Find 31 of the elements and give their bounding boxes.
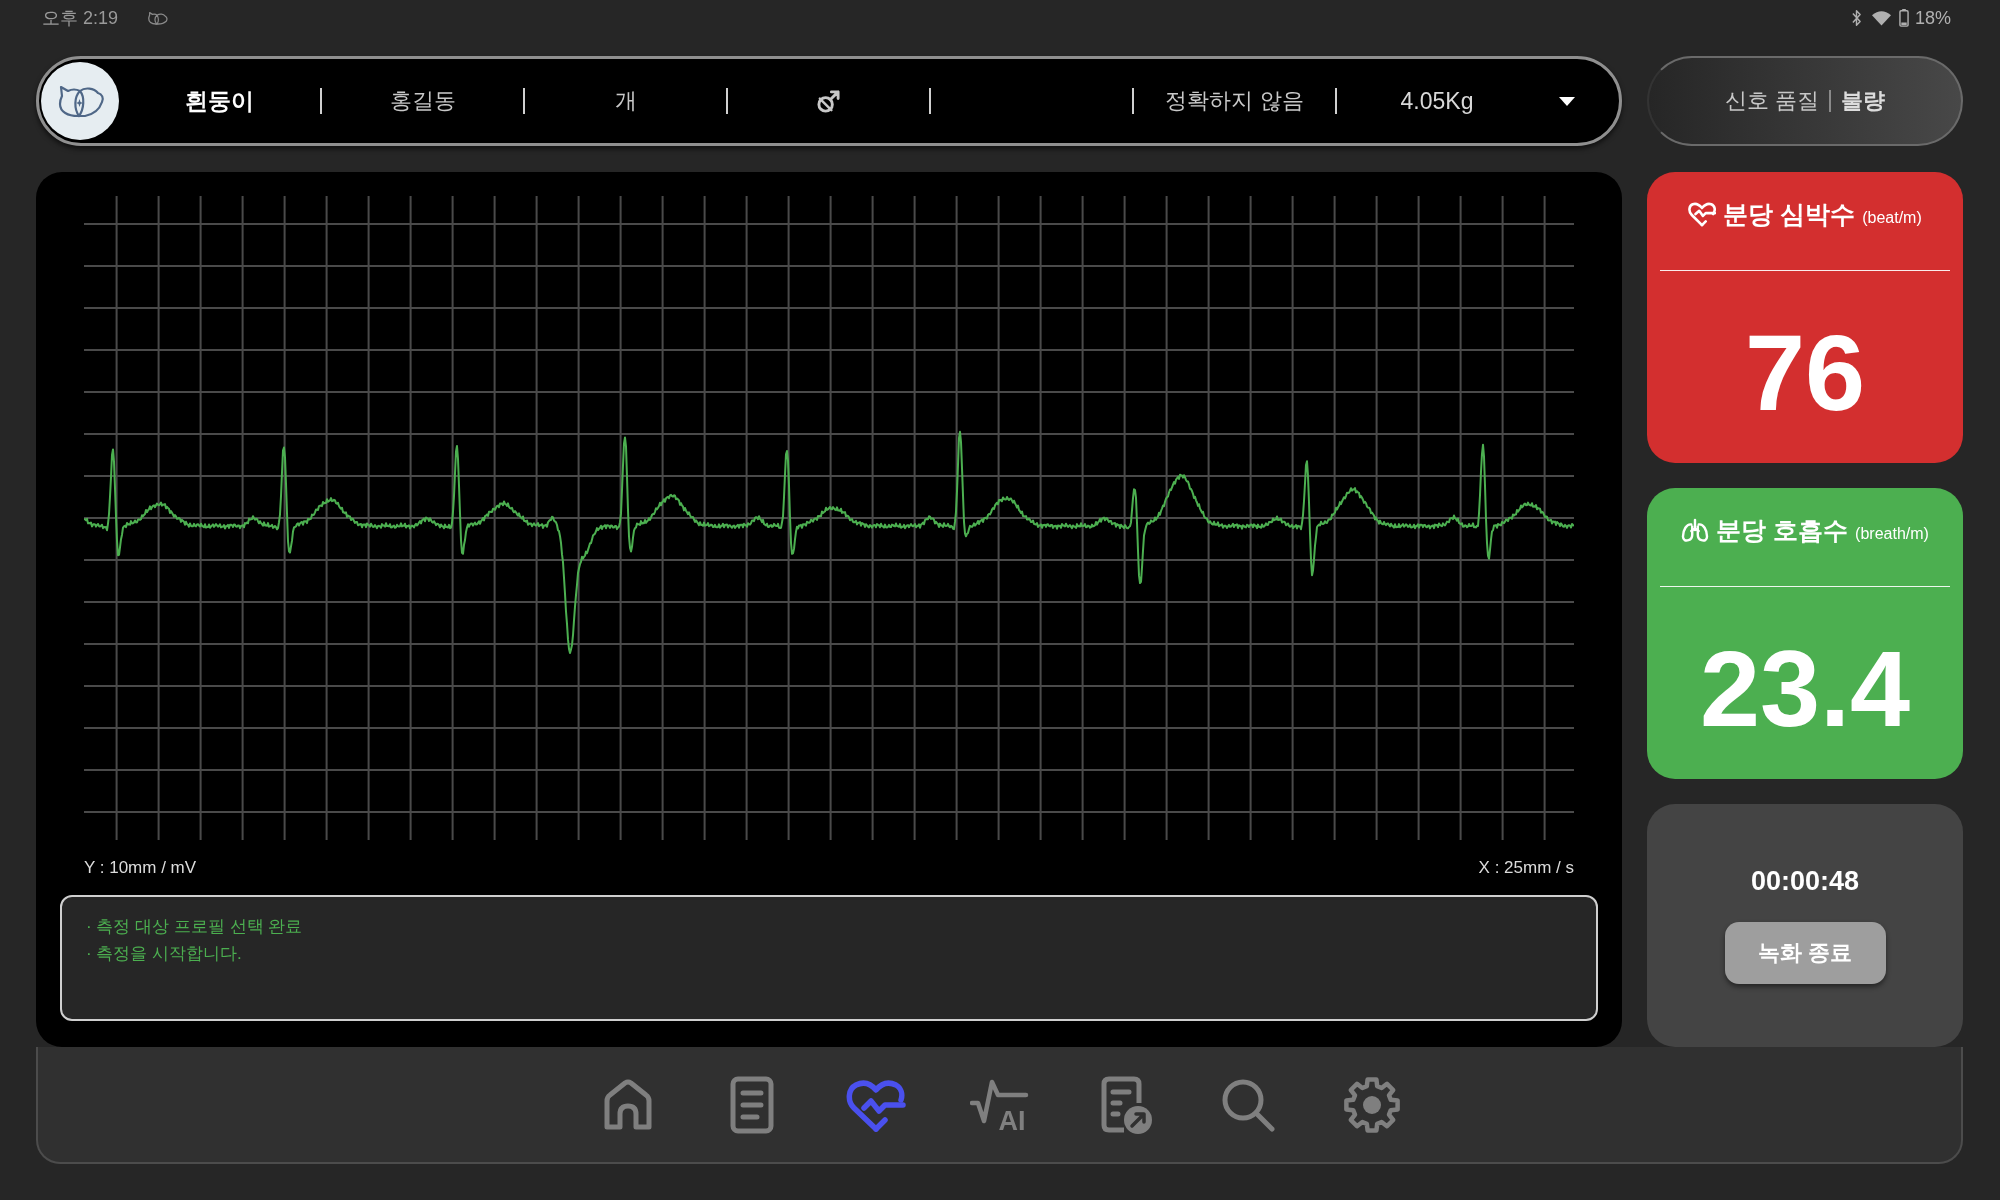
- patient-name: 흰둥이: [185, 86, 254, 116]
- wifi-icon: [1871, 10, 1891, 26]
- y-scale-label: Y : 10mm / mV: [84, 857, 197, 878]
- x-scale-label: X : 25mm / s: [1478, 857, 1574, 878]
- vital-title: 분당 호흡수: [1716, 514, 1849, 546]
- log-message: · 측정을 시작합니다.: [86, 943, 243, 965]
- male-symbol-icon: [816, 88, 841, 114]
- vital-title: 분당 심박수: [1723, 198, 1856, 230]
- heart-pulse-icon: [1688, 201, 1717, 227]
- lungs-icon: [1681, 517, 1710, 543]
- patient-info: 홍길동: [389, 87, 456, 115]
- status-time: 오후 2:19: [42, 7, 119, 30]
- signal-quality-label: 신호 품질: [1724, 87, 1820, 115]
- weight-dropdown[interactable]: 4.05Kg: [1337, 87, 1575, 115]
- avatar-icon: [41, 62, 119, 140]
- elapsed-time: 00:00:48: [1750, 865, 1860, 898]
- vital-value: 23.4: [1699, 635, 1911, 743]
- caret-icon: [1559, 96, 1575, 106]
- vital-unit: (beat/m): [1862, 209, 1922, 227]
- settings-icon[interactable]: [1341, 1074, 1402, 1135]
- battery-icon: [1898, 9, 1909, 27]
- vital-value: 76: [1744, 319, 1866, 427]
- battery-percent: 18%: [1914, 7, 1951, 29]
- log-message: · 측정 대상 프로필 선택 완료: [86, 916, 304, 938]
- patient-info: 개: [614, 87, 637, 115]
- stop-recording-button[interactable]: 녹화 종료: [1724, 922, 1886, 984]
- signal-quality-value: 불량: [1841, 87, 1886, 115]
- patient-info: 정확하지 않음: [1165, 87, 1304, 115]
- animal-heads-icon: [146, 10, 169, 26]
- vital-unit: (breath/m): [1855, 525, 1929, 543]
- bluetooth-icon: [1850, 9, 1862, 27]
